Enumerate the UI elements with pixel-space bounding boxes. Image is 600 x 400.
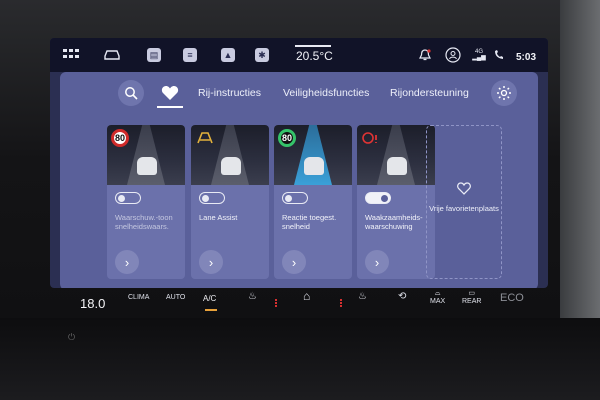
search-icon [125, 87, 138, 100]
speed-warning-details-button[interactable]: › [115, 250, 139, 274]
tab-safety-functions[interactable]: Veiligheidsfuncties [283, 87, 369, 99]
signal-bars-icon: ▂▄▆ [472, 55, 486, 61]
clima-button[interactable]: CLIMA [128, 294, 149, 301]
status-bar: ▤ ≡ ▲ ✱ 20.5°C 4G ▂▄▆ 5:03 [50, 38, 548, 72]
power-icon[interactable]: ⏻ [68, 332, 78, 342]
rear-defrost-icon: ▭ [468, 290, 476, 297]
seat-heating-left-icon[interactable]: ♨ [248, 291, 257, 302]
feature-card-lane-assist[interactable]: Lane Assist › [191, 125, 269, 279]
search-button[interactable] [118, 80, 144, 106]
rear-defrost-button[interactable]: ▭ REAR [462, 290, 481, 306]
clock: 5:03 [516, 52, 537, 63]
auto-button[interactable]: AUTO [166, 294, 185, 301]
lane-assist-toggle[interactable] [199, 192, 225, 204]
driver-assistance-panel: Rij-instructies Veiligheidsfuncties Rijo… [60, 72, 538, 288]
card-label: Waarschuw.-toon snelheidswaars. [115, 213, 173, 231]
dashboard-trim [0, 318, 600, 400]
home-icon[interactable]: ⌂ [303, 289, 310, 303]
ac-active-indicator [205, 309, 217, 311]
lane-assist-illustration [191, 125, 269, 185]
car-icon[interactable] [102, 47, 122, 63]
card-label: Lane Assist [199, 213, 238, 222]
network-signal: 4G ▂▄▆ [470, 47, 488, 63]
temperature-indicator-line [295, 45, 331, 47]
heating-level-indicator [275, 299, 277, 307]
seat-icon[interactable]: ≡ [182, 47, 198, 63]
driver-alert-icon [362, 132, 377, 144]
feature-card-attention-warning[interactable]: Waakzaamheids-waarschuwing › [357, 125, 435, 279]
car-illustration [304, 157, 324, 175]
tab-favorites[interactable] [156, 80, 184, 106]
settings-button[interactable] [491, 80, 517, 106]
profile-avatar-icon[interactable] [445, 47, 461, 63]
max-label: MAX [430, 298, 446, 305]
reaction-speed-toggle[interactable] [282, 192, 308, 204]
card-label: Waakzaamheids-waarschuwing [365, 213, 423, 231]
driver-temperature[interactable]: 18.0 [80, 296, 105, 311]
infotainment-screen: ▤ ≡ ▲ ✱ 20.5°C 4G ▂▄▆ 5:03 Rij-instructi… [50, 38, 548, 288]
favorite-slot-label: Vrije favorietenplaats [429, 204, 499, 213]
car-illustration [387, 157, 407, 175]
outside-temperature: 20.5°C [296, 49, 333, 63]
heating-level-indicator [340, 299, 342, 307]
settings-gear-icon[interactable]: ✱ [254, 47, 270, 63]
heart-outline-icon [457, 182, 471, 198]
recirculation-icon[interactable]: ⟲ [398, 291, 406, 302]
reaction-speed-illustration: 80 [274, 125, 352, 185]
chevron-right-icon: › [374, 254, 380, 270]
max-defrost-button[interactable]: ⌓ MAX [430, 290, 445, 306]
chevron-right-icon: › [208, 254, 214, 270]
car-illustration [221, 157, 241, 175]
driver-assist-icon[interactable]: ▤ [146, 47, 162, 63]
active-tab-indicator [157, 106, 183, 108]
lane-assist-details-button[interactable]: › [199, 250, 223, 274]
tab-driver-assistance[interactable]: Rijondersteuning [390, 87, 469, 99]
notification-bell-icon[interactable] [418, 47, 432, 63]
card-label: Reactie toegest. snelheid [282, 213, 337, 231]
heart-icon [161, 86, 179, 100]
reaction-speed-details-button[interactable]: › [282, 250, 306, 274]
speed-warning-illustration: 80 [107, 125, 185, 185]
grid-icon[interactable] [62, 47, 80, 63]
eco-label: ECO [500, 292, 524, 304]
gear-icon [497, 86, 511, 100]
rear-label: REAR [462, 298, 482, 305]
attention-warning-toggle[interactable] [365, 192, 391, 204]
attention-warning-details-button[interactable]: › [365, 250, 389, 274]
tab-bar: Rij-instructies Veiligheidsfuncties Rijo… [60, 72, 538, 116]
navigation-icon[interactable]: ▲ [220, 47, 236, 63]
free-favorite-slot[interactable]: Vrije favorietenplaats [426, 125, 502, 279]
attention-warning-illustration [357, 125, 435, 185]
speed-warning-toggle[interactable] [115, 192, 141, 204]
ac-button[interactable]: A/C [203, 294, 216, 303]
phone-connection-icon [492, 47, 506, 63]
seat-heating-right-icon[interactable]: ♨ [358, 291, 367, 302]
feature-card-speed-warning[interactable]: 80 Waarschuw.-toon snelheidswaars. › [107, 125, 185, 279]
chevron-right-icon: › [124, 254, 130, 270]
speed-sign-green: 80 [278, 129, 296, 147]
speed-limit-sign: 80 [111, 129, 129, 147]
lane-assist-icon [197, 132, 213, 144]
climate-bar: 18.0 CLIMA AUTO A/C ♨ ⌂ ♨ ⟲ ⌓ MAX ▭ REAR E… [50, 288, 548, 318]
tab-driving-instructions[interactable]: Rij-instructies [198, 87, 261, 99]
car-illustration [137, 157, 157, 175]
chevron-right-icon: › [291, 254, 297, 270]
feature-card-reaction-speed[interactable]: 80 Reactie toegest. snelheid › [274, 125, 352, 279]
defrost-icon: ⌓ [434, 290, 441, 297]
